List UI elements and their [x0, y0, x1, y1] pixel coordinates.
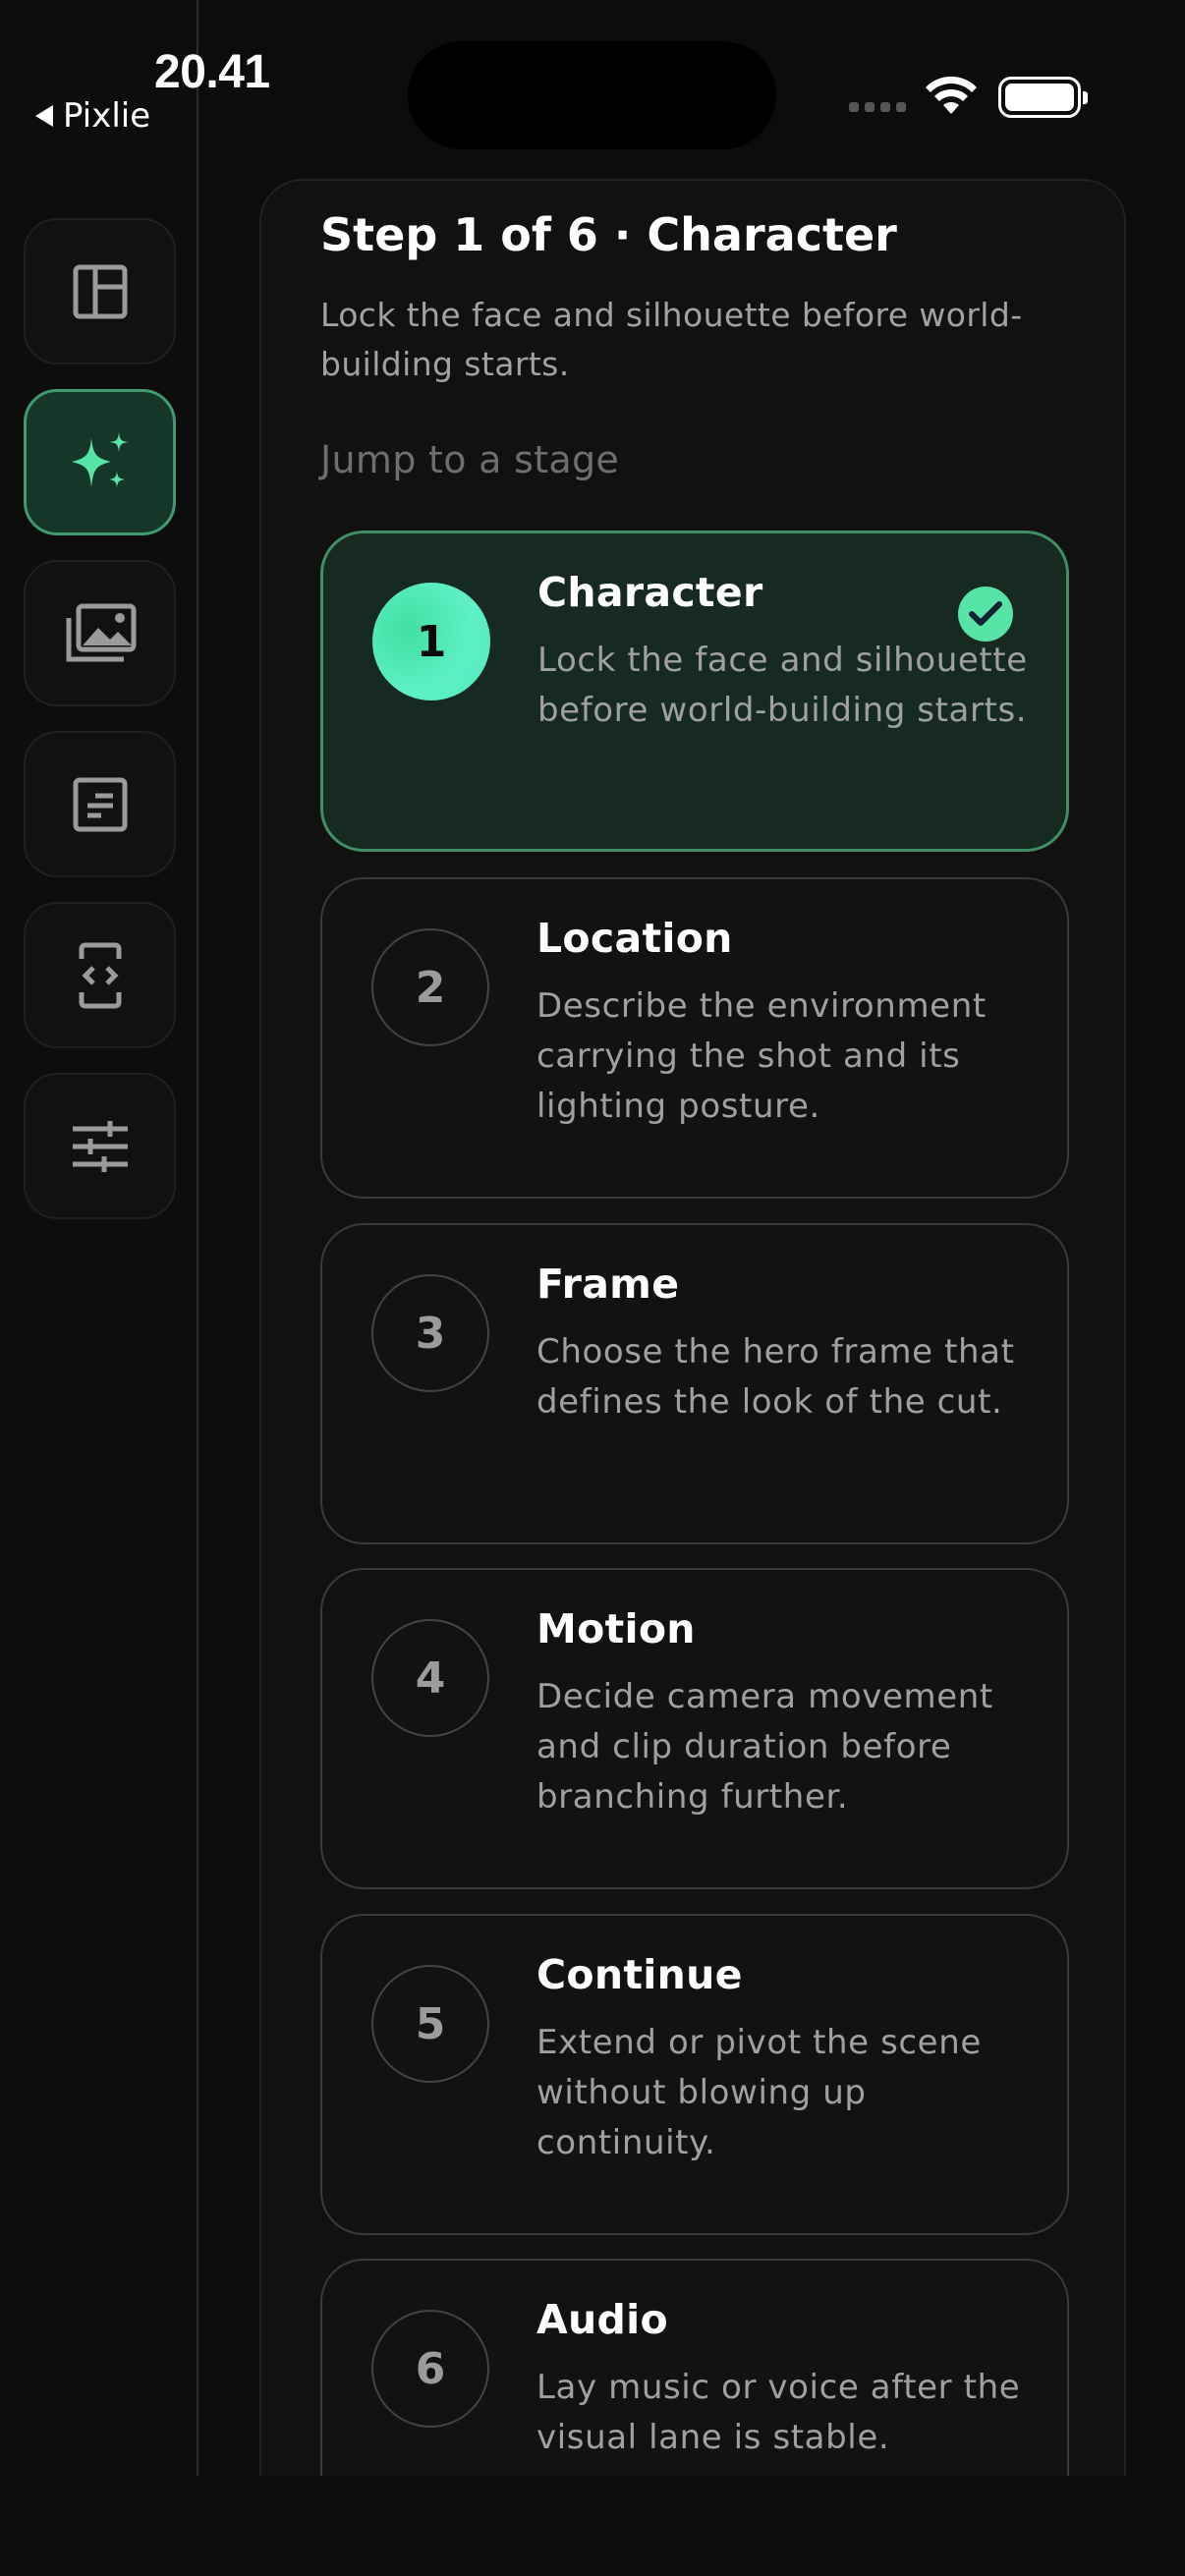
stage-title: Motion [536, 1605, 696, 1652]
stage-description: Describe the environment carrying the sh… [536, 986, 987, 1126]
status-time: 20.41 [154, 46, 270, 98]
document-icon [73, 777, 127, 831]
gallery-icon [66, 603, 136, 661]
stage-title: Continue [536, 1951, 743, 1998]
stage-title: Location [536, 915, 733, 962]
wifi-icon [926, 76, 977, 114]
back-app-label: Pixlie [63, 96, 151, 136]
stage-card-audio[interactable]: 6 Audio Lay music or voice after the vis… [320, 2259, 1069, 2478]
stage-card-character[interactable]: 1 Character Lock the face and silhouette… [320, 531, 1069, 852]
stage-number: 6 [371, 2310, 489, 2428]
back-to-app-link[interactable]: Pixlie [35, 96, 150, 136]
wizard-panel: Step 1 of 6 · Character Lock the face an… [259, 179, 1126, 2478]
stage-description: Lock the face and silhouette before worl… [537, 641, 1028, 730]
stage-number: 2 [371, 928, 489, 1046]
stage-number: 3 [371, 1274, 489, 1392]
stage-title: Frame [536, 1260, 680, 1308]
layout-icon [73, 264, 127, 318]
stage-number: 1 [372, 583, 490, 700]
sparkles-icon [71, 431, 129, 487]
stage-title: Character [537, 569, 763, 616]
back-triangle-icon [35, 105, 53, 127]
checkmark-icon [958, 587, 1013, 642]
sidebar-item-document[interactable] [24, 731, 176, 877]
stage-number: 5 [371, 1965, 489, 2083]
cellular-signal-icon [849, 102, 906, 112]
stage-card-continue[interactable]: 5 Continue Extend or pivot the scene wit… [320, 1914, 1069, 2235]
stage-description: Lay music or voice after the visual lane… [536, 2368, 1021, 2457]
battery-icon [998, 77, 1088, 118]
stage-number: 4 [371, 1619, 489, 1737]
step-description: Lock the face and silhouette before worl… [320, 296, 1023, 383]
sidebar [0, 0, 198, 2576]
stage-card-motion[interactable]: 4 Motion Decide camera movement and clip… [320, 1568, 1069, 1889]
stage-card-frame[interactable]: 3 Frame Choose the hero frame that defin… [320, 1223, 1069, 1544]
stage-description: Decide camera movement and clip duration… [536, 1677, 993, 1817]
stage-card-location[interactable]: 2 Location Describe the environment carr… [320, 877, 1069, 1199]
code-device-icon [79, 942, 121, 1008]
sliders-icon [72, 1120, 128, 1172]
status-bar: 20.41 Pixlie [0, 0, 1185, 167]
sidebar-item-generate[interactable] [24, 389, 176, 535]
dynamic-island [408, 41, 776, 149]
sidebar-item-gallery[interactable] [24, 560, 176, 706]
stage-description: Extend or pivot the scene without blowin… [536, 2023, 982, 2162]
sidebar-item-layout[interactable] [24, 218, 176, 364]
step-title: Step 1 of 6 · Character [320, 208, 897, 261]
sidebar-item-developer[interactable] [24, 902, 176, 1048]
jump-to-stage-label: Jump to a stage [320, 438, 620, 481]
sidebar-item-settings[interactable] [24, 1073, 176, 1219]
stage-description: Choose the hero frame that defines the l… [536, 1332, 1015, 1422]
stage-title: Audio [536, 2296, 668, 2343]
bottom-area [0, 2476, 1185, 2576]
